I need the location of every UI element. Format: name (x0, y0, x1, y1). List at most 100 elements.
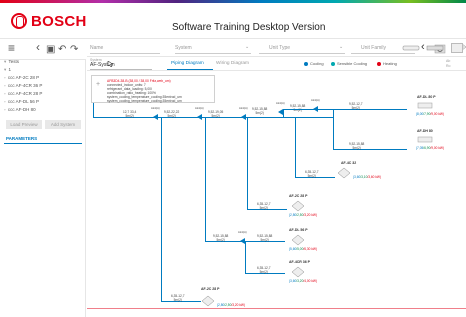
duct-unit-thumbnail[interactable] (426, 44, 444, 52)
sensible-cooling-dot-icon (331, 61, 335, 66)
load-preview-button[interactable]: Load Preview (6, 120, 42, 129)
cassette-unit-icon[interactable] (291, 200, 305, 212)
branch-pipe (333, 149, 407, 150)
joint-label: Joint(A) (151, 107, 160, 110)
legend-heating: Heating (377, 61, 397, 66)
unit-name-2c28: AF-2C 28 P (289, 194, 308, 198)
app-title: Software Training Desktop Version (172, 22, 326, 33)
cassette-unit-icon[interactable] (201, 295, 215, 307)
unit-family-filter[interactable]: Unit Family (361, 45, 386, 51)
pipe-label-b3: 9,52-15,88 5m(2) (252, 107, 268, 115)
tree-item-unit[interactable]: ▫ ccc AF-4CR 28 P (4, 91, 42, 97)
pipe-label-b5: 9,52-12,7 5m(2) (349, 102, 363, 110)
cassette-unit-icon[interactable] (291, 234, 305, 246)
joint-label: Joint(A) (195, 107, 204, 110)
joint-label: Joint(A) (311, 99, 320, 102)
branch-pipe (245, 241, 246, 273)
name-filter[interactable]: Name (90, 45, 103, 51)
chevron-down-icon[interactable]: ⌄ (339, 44, 343, 50)
branch-pipe (327, 109, 407, 110)
tab-piping-diagram[interactable]: Piping Diagram (171, 61, 204, 66)
cursor-icon (107, 61, 113, 67)
back-icon[interactable]: ‹ (36, 41, 40, 53)
branch-joint-icon[interactable] (153, 114, 158, 120)
pipe-label-dl56: 9,52-15,88 5m(2) (257, 234, 273, 242)
joint-label: Joint(A) (238, 231, 247, 234)
unit-type-filter-underline (259, 53, 345, 54)
diagram-tabbar: System AF-System Piping Diagram Wiring D… (87, 57, 466, 71)
tab-wiring-diagram[interactable]: Wiring Diagram (216, 61, 249, 66)
tree-item-unit[interactable]: ▫ ccc AF-2C 28 P (4, 75, 39, 81)
unit-capacity-4cr36: (3,60/3,20/4,00 kW) (289, 279, 317, 283)
wall-unit-thumbnail[interactable] (402, 44, 420, 52)
unit-name-2c28b: AF-2C 28 P (201, 287, 220, 291)
redo-icon[interactable]: ↷ (70, 44, 78, 56)
save-icon[interactable]: ▣ (46, 44, 55, 56)
joint-label: Joint(A) (276, 102, 285, 105)
unit-name-4cr36: AF-4CR 36 P (289, 260, 311, 264)
name-filter-underline (90, 53, 160, 54)
system-filter-underline (175, 53, 251, 54)
chevron-down-icon[interactable]: ⌄ (245, 44, 249, 50)
duct-unit-icon[interactable] (417, 135, 433, 145)
cassette-unit-icon[interactable] (337, 167, 351, 179)
menu-icon[interactable]: ≡ (8, 42, 15, 54)
tree-item-tests[interactable]: ▾ Tests (4, 59, 19, 65)
unit-type-filter[interactable]: Unit Type (269, 45, 290, 51)
pipe-label-b4: 9,52-15,88 5m(2) (290, 104, 306, 112)
unit-capacity-dl56: (5,60/5,00/6,30 kW) (289, 247, 317, 251)
branch-joint-icon[interactable] (197, 114, 202, 120)
unit-name-dh80: AF-DH 80 (417, 129, 433, 133)
add-system-button[interactable]: Add System (45, 120, 81, 129)
branch-pipe (205, 117, 206, 241)
tree-item-system[interactable]: ▾ 1 (4, 67, 11, 73)
pipe-label-2c28: 6,35-12,7 5m(2) (257, 202, 271, 210)
carousel-left-icon[interactable]: ‹ (421, 41, 425, 53)
system-filter[interactable]: System (175, 45, 192, 51)
bosch-logo-icon (11, 13, 27, 29)
cassette-unit-icon[interactable] (291, 266, 305, 278)
tab-parameters[interactable]: PARAMETERS (6, 136, 37, 141)
pipe-label-main: 12,7 33,4 5m(2) (123, 110, 137, 118)
tree-item-unit[interactable]: ▫ ccc AF-4CR 36 P (4, 83, 42, 89)
tab-active-indicator (167, 69, 213, 70)
pipe-label-4cr36: 6,35-12,7 5m(2) (257, 266, 271, 274)
brand-logo-text: BOSCH (31, 13, 87, 30)
legend-sensible-cooling: Sensible Cooling (331, 61, 367, 66)
outdoor-unit-details: AFB3D4-38-B (38,00 / 38,00 Fritz,web_um)… (107, 79, 182, 103)
unit-capacity-dl80: (8,00/7,90/9,00 kW) (416, 112, 444, 116)
pipe-label-dh80: 9,52-15,88 5m(2) (349, 142, 365, 150)
unit-capacity-2c28: (2,80/2,50/3,20 kW) (289, 213, 317, 217)
branch-joint-icon[interactable] (313, 106, 318, 112)
duct-unit-icon[interactable] (417, 101, 433, 111)
unit-name-dl80: AF-DL 80 P (417, 95, 436, 99)
undo-icon[interactable]: ↶ (58, 44, 66, 56)
pipe-label-b1: 9,52-22,22 5m(2) (164, 110, 180, 118)
console-unit-thumbnail[interactable] (451, 43, 463, 53)
footer-divider (87, 308, 466, 309)
system-select-underline (90, 69, 152, 70)
piping-diagram-canvas[interactable]: + AFB3D4-38-B (38,00 / 38,00 Fritz,web_u… (87, 71, 466, 317)
branch-pipe (295, 117, 296, 177)
branch-pipe (161, 117, 162, 301)
expand-icon[interactable]: + (96, 81, 100, 88)
branch-joint-icon[interactable] (241, 114, 246, 120)
main-pipe (93, 103, 94, 117)
pipe-label-4c32: 6,35-12,7 5m(2) (305, 170, 319, 178)
pipe-label-2c28b: 6,35-12,7 5m(2) (171, 294, 185, 302)
branch-pipe (247, 117, 248, 209)
unit-name-dl56: AF-DL 56 P (289, 228, 308, 232)
unit-name-4c32: AF-4C 32 (341, 161, 357, 165)
branch-pipe (283, 109, 284, 117)
unit-capacity-4c32: (3,60/3,10/3,60 kW) (353, 175, 381, 179)
outdoor-unit-card[interactable]: + AFB3D4-38-B (38,00 / 38,00 Fritz,web_u… (91, 75, 215, 103)
app-header: BOSCH Software Training Desktop Version (0, 3, 466, 39)
joint-label: Joint(A) (239, 107, 248, 110)
unit-family-filter-underline (351, 53, 415, 54)
unit-capacity-dh80: (7,05/6,90/9,00 kW) (416, 146, 444, 150)
tree-item-unit[interactable]: ▫ ccc AF-DL 56 P (4, 99, 39, 105)
cooling-dot-icon (304, 61, 308, 66)
tree-item-unit[interactable]: ▫ ccc AF-DH 80 (4, 107, 36, 113)
pipe-label-b2: 9,52-19,05 5m(2) (208, 110, 224, 118)
pipe-label-b3-branch: 9,52-15,88 5m(2) (213, 234, 229, 242)
